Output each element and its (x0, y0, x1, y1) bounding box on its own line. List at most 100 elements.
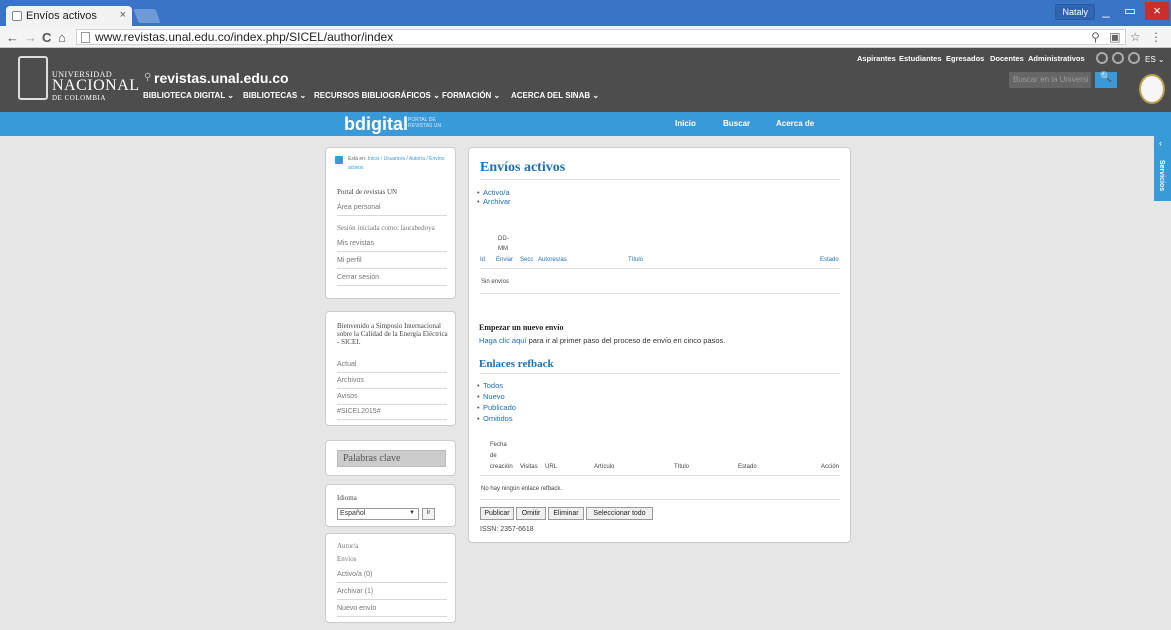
close-window-button[interactable]: × (1145, 2, 1169, 20)
ref-col-visitas: Visitas (520, 464, 538, 470)
divider (480, 293, 840, 294)
refback-filter-nuevo[interactable]: Nuevo (477, 392, 505, 401)
language-selector[interactable]: ES ⌄ (1145, 55, 1165, 64)
home-icon[interactable]: ⌂ (58, 30, 66, 45)
search-icon[interactable]: 🔍 (1095, 72, 1117, 88)
link-aspirantes[interactable]: Aspirantes (857, 54, 896, 63)
nav-acerca[interactable]: Acerca de (776, 119, 814, 128)
servicios-label: Servicios (1158, 160, 1165, 192)
journal-sidebar-block: Bienvenido a Simposio Internacional sobr… (325, 311, 456, 426)
publicar-button[interactable]: Publicar (480, 507, 514, 520)
ref-col-accion: Acción (821, 464, 840, 470)
link-archivar[interactable]: Archivar (1) (337, 588, 447, 600)
link-docentes[interactable]: Docentes (990, 54, 1024, 63)
reload-icon[interactable]: C (42, 30, 51, 45)
col-enviar[interactable]: Enviar (496, 256, 513, 265)
link-estudiantes[interactable]: Estudiantes (899, 54, 942, 63)
forward-icon[interactable]: → (24, 30, 37, 45)
link-mi-perfil[interactable]: Mi perfil (337, 257, 447, 269)
link-mis-revistas[interactable]: Mis revistas (337, 240, 447, 252)
url-input[interactable]: www.revistas.unal.edu.co/index.php/SICEL… (76, 29, 1126, 45)
col-date-line1: DD- (498, 236, 509, 242)
link-actual[interactable]: Actual (337, 361, 447, 373)
logo-line2: NACIONAL (52, 77, 140, 94)
link-activos[interactable]: Activo/a (0) (337, 571, 447, 583)
chevron-down-icon: ▼ (409, 510, 415, 516)
university-search-input[interactable]: Buscar en la Universi (1009, 72, 1091, 88)
filter-activos[interactable]: Activo/a (477, 188, 510, 197)
col-id[interactable]: Id (480, 256, 485, 265)
ref-col-articulo: Artículo (594, 464, 615, 470)
link-avisos[interactable]: Avisos (337, 393, 447, 405)
col-estado[interactable]: Estado (820, 256, 839, 265)
address-bar-icons[interactable]: ⚲ ▣ ☆ ⋮ (1091, 30, 1165, 44)
link-cerrar-sesion[interactable]: Cerrar sesión (337, 274, 447, 286)
browser-tab[interactable]: Envíos activos × (6, 6, 132, 26)
servicios-tab[interactable]: ‹ Servicios (1154, 136, 1171, 201)
filter-archivar[interactable]: Archivar (477, 197, 510, 206)
nav-buscar[interactable]: Buscar (723, 119, 750, 128)
refback-filter-todos[interactable]: Todos (477, 381, 503, 390)
tab-title: Envíos activos (26, 10, 97, 22)
menu-acerca-sinab[interactable]: ACERCA DEL SINAB ⌄ (511, 91, 599, 100)
refback-filter-publicado[interactable]: Publicado (477, 403, 516, 412)
link-administrativos[interactable]: Administrativos (1028, 54, 1085, 63)
menu-recursos[interactable]: RECURSOS BIBLIOGRÁFICOS ⌄ (314, 91, 440, 100)
empty-submissions: Sin envíos (481, 279, 510, 285)
portal-bar: bdigital PORTAL DE REVISTAS UN Inicio Bu… (0, 112, 1171, 136)
col-secc[interactable]: Secc (520, 256, 533, 265)
link-hashtag[interactable]: #SICEL2015# (337, 408, 447, 420)
omitir-button[interactable]: Omitir (516, 507, 546, 520)
back-icon[interactable]: ← (6, 30, 19, 45)
language-select[interactable]: Español ▼ (337, 508, 419, 520)
logo-line3: DE COLOMBIA (52, 94, 106, 102)
divider (480, 475, 840, 476)
user-sidebar-block: Está en: Inicio / Usuario/a / Autor/a / … (325, 147, 456, 299)
browser-tabbar: Envíos activos × Nataly _ ▭ × (0, 0, 1171, 26)
ref-col-fecha-2: de (490, 453, 497, 459)
menu-formacion[interactable]: FORMACIÓN ⌄ (442, 91, 500, 100)
link-area-personal[interactable]: Área personal (337, 204, 447, 216)
university-logo[interactable]: UNIVERSIDAD NACIONAL DE COLOMBIA (18, 54, 139, 106)
eliminar-button[interactable]: Eliminar (548, 507, 584, 520)
new-submission-link[interactable]: Haga clic aquí (479, 336, 527, 345)
portal-title: Portal de revistas UN (337, 188, 398, 196)
social-icon-1[interactable] (1096, 52, 1108, 64)
seleccionar-todo-button[interactable]: Seleccionar todo (586, 507, 653, 520)
menu-biblioteca-digital[interactable]: BIBLIOTECA DIGITAL ⌄ (143, 91, 234, 100)
main-panel: Envíos activos Activo/a Archivar DD- MM … (468, 147, 851, 543)
page-title: Envíos activos (480, 160, 566, 175)
page-favicon-icon (12, 11, 22, 21)
divider (480, 268, 840, 269)
site-name[interactable]: revistas.unal.edu.co (154, 70, 289, 86)
chevron-left-icon: ‹ (1159, 138, 1162, 148)
tab-close-icon[interactable]: × (120, 9, 126, 21)
idioma-label: Idioma (337, 494, 357, 502)
new-submission-title: Empezar un nuevo envío (479, 323, 564, 332)
col-date-line2: MM (498, 246, 508, 252)
nav-inicio[interactable]: Inicio (675, 119, 696, 128)
col-autores[interactable]: Autores/as (538, 256, 567, 265)
university-header: UNIVERSIDAD NACIONAL DE COLOMBIA ⚲ revis… (0, 48, 1171, 112)
social-icon-2[interactable] (1112, 52, 1124, 64)
bdigital-logo[interactable]: bdigital (344, 114, 408, 135)
browser-user-badge[interactable]: Nataly (1055, 4, 1095, 20)
ref-col-titulo: Título (674, 464, 690, 470)
author-block: Autor/a Envíos Activo/a (0) Archivar (1)… (325, 533, 456, 623)
link-egresados[interactable]: Egresados (946, 54, 984, 63)
keywords-title[interactable]: Palabras clave (337, 450, 446, 467)
link-nuevo-envio[interactable]: Nuevo envío (337, 605, 447, 617)
social-icon-3[interactable] (1128, 52, 1140, 64)
link-archivos[interactable]: Archivos (337, 377, 447, 389)
keywords-block: Palabras clave (325, 440, 456, 476)
page-icon (81, 32, 90, 43)
new-tab-button[interactable] (133, 9, 161, 23)
language-go-button[interactable]: Ir (422, 508, 435, 520)
refback-title: Enlaces refback (479, 358, 554, 370)
maximize-button[interactable]: ▭ (1119, 2, 1141, 20)
col-titulo[interactable]: Título (628, 256, 643, 265)
refback-filter-omitidos[interactable]: Omitidos (477, 414, 513, 423)
menu-bibliotecas[interactable]: BIBLIOTECAS ⌄ (243, 91, 306, 100)
home-icon[interactable] (335, 156, 343, 164)
minimize-button[interactable]: _ (1095, 2, 1117, 20)
